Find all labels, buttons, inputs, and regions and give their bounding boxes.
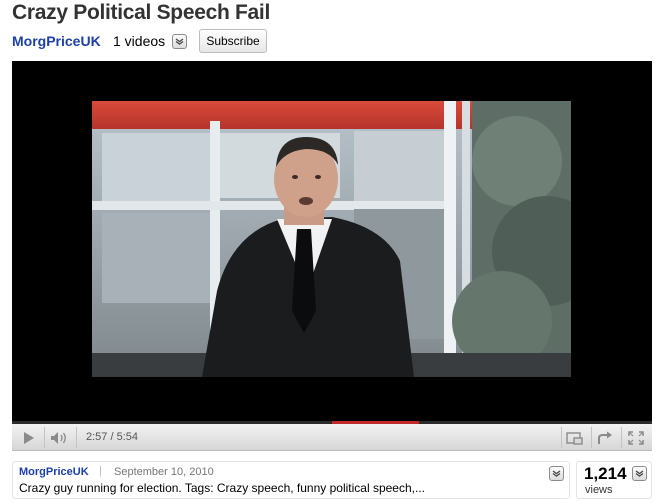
- video-title: Crazy Political Speech Fail: [12, 1, 270, 24]
- channel-video-count: 1 videos: [113, 33, 166, 49]
- upload-date: September 10, 2010: [114, 466, 214, 478]
- views-count: 1,214: [584, 464, 627, 483]
- views-label: views: [585, 484, 613, 496]
- share-button[interactable]: [593, 424, 617, 451]
- channel-videos-dropdown-button[interactable]: [172, 34, 187, 49]
- uploader-link[interactable]: MorgPriceUK: [19, 466, 89, 478]
- video-description: Crazy guy running for election. Tags: Cr…: [19, 481, 425, 495]
- controls-divider: [621, 427, 622, 448]
- controls-divider: [591, 427, 592, 448]
- volume-button[interactable]: [48, 424, 72, 451]
- popout-icon: [566, 431, 583, 445]
- controls-divider: [44, 427, 45, 448]
- player-controls: 2:57 / 5:54: [12, 424, 652, 451]
- description-expand-button[interactable]: [549, 466, 564, 481]
- video-player[interactable]: [12, 61, 652, 421]
- stats-expand-button[interactable]: [632, 466, 647, 481]
- fullscreen-icon: [628, 430, 644, 445]
- controls-divider: [561, 427, 562, 448]
- views-box: 1,214 views: [576, 461, 652, 499]
- chevron-down-icon: [552, 470, 561, 477]
- chevron-down-icon: [635, 470, 644, 477]
- play-icon: [24, 431, 34, 444]
- play-button[interactable]: [18, 424, 40, 451]
- time-display: 2:57 / 5:54: [86, 431, 138, 443]
- video-still-image: [92, 101, 571, 377]
- fullscreen-button[interactable]: [624, 424, 648, 451]
- chevron-down-icon: [175, 38, 184, 45]
- volume-icon: [51, 431, 66, 444]
- controls-divider: [76, 427, 77, 448]
- video-info-box: MorgPriceUK | September 10, 2010 Crazy g…: [12, 461, 570, 499]
- share-icon: [598, 431, 612, 444]
- popout-button[interactable]: [563, 424, 587, 451]
- video-frame: [92, 101, 571, 377]
- subscribe-button[interactable]: Subscribe: [199, 29, 267, 53]
- channel-name-link[interactable]: MorgPriceUK: [12, 33, 101, 49]
- info-separator: |: [99, 465, 102, 477]
